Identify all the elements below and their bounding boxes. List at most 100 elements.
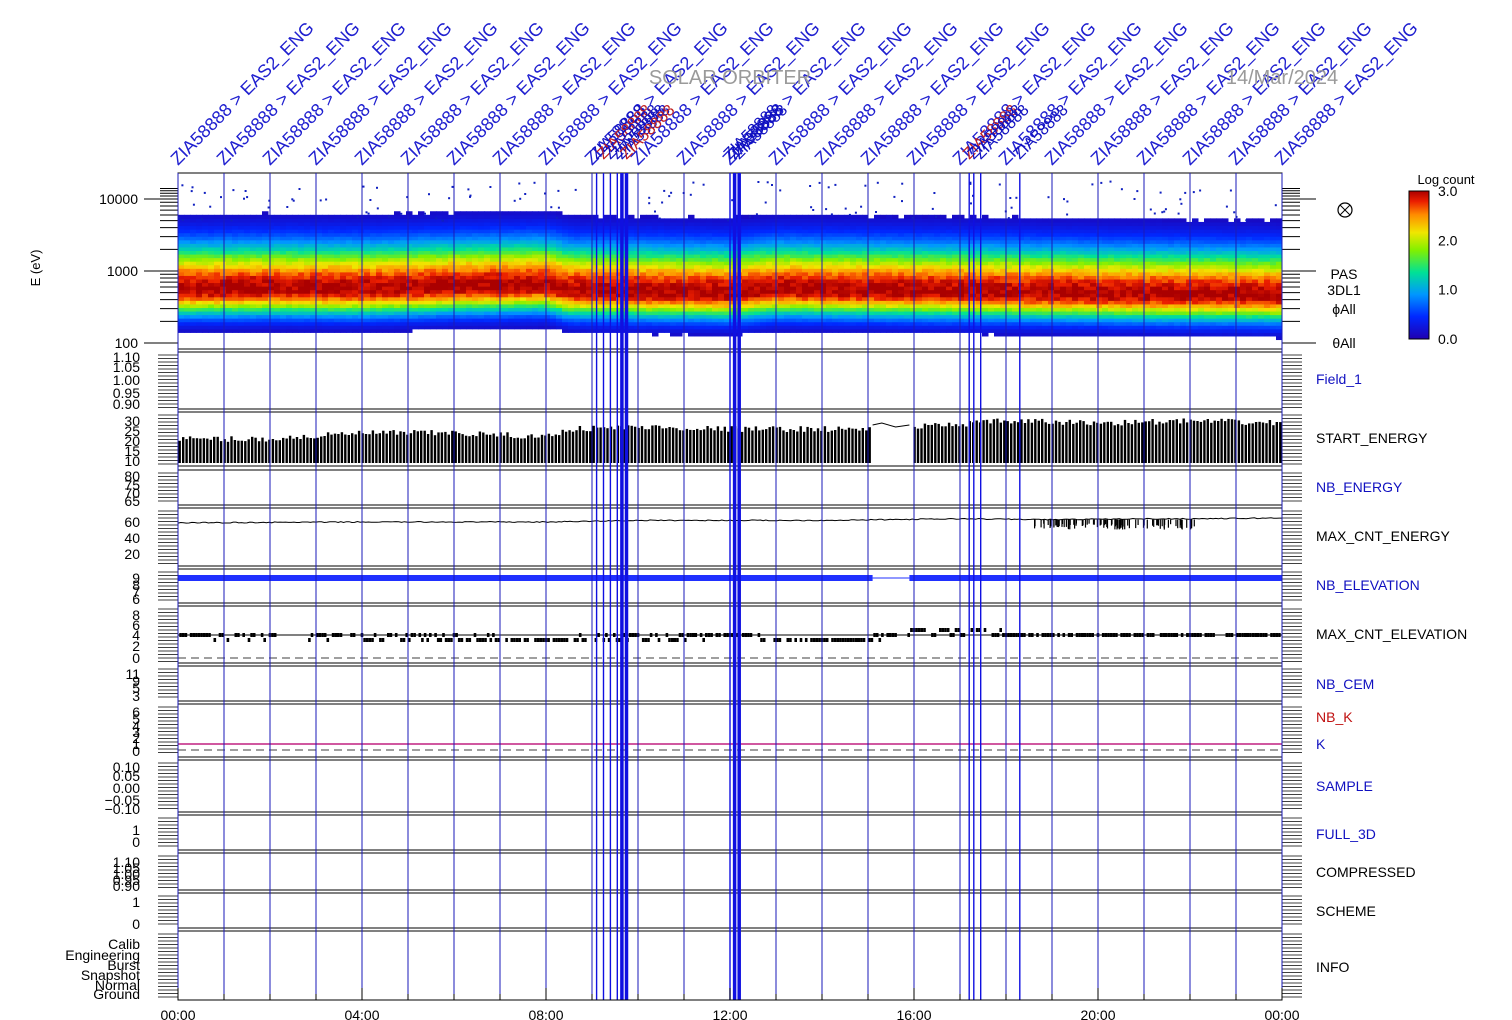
spectrogram-cell [256, 303, 263, 308]
spectrogram-cell [700, 321, 707, 326]
spectrogram-cell [946, 236, 953, 241]
spectrogram-cell [928, 271, 935, 276]
spectrogram-cell [256, 307, 263, 312]
spectrogram-cell [526, 278, 533, 284]
spectrogram-cell [742, 303, 749, 308]
spectrogram-cell [946, 296, 953, 301]
spectrogram-cell [658, 307, 665, 312]
spectrogram-cell [364, 229, 371, 234]
spectrogram-cell [898, 303, 905, 308]
spectrogram-cell [826, 300, 833, 305]
spectrogram-cell [208, 293, 215, 298]
spectrogram-cell [256, 229, 263, 234]
spectrogram-cell [748, 310, 755, 316]
spectrogram-cell [604, 264, 611, 269]
spectrogram-cell [1036, 239, 1043, 244]
spectrogram-cell [328, 300, 335, 305]
spectrogram-cell [202, 300, 209, 305]
spectrogram-cell [304, 243, 311, 248]
spectrogram-cell [580, 325, 587, 330]
spectrogram-cell [472, 246, 479, 252]
spectrogram-cell [712, 318, 719, 323]
spectrogram-cell [364, 289, 371, 294]
spectrogram-cell [382, 282, 389, 287]
spectrogram-cell [688, 214, 695, 219]
spectrogram-cell [460, 286, 467, 291]
spectrogram-cell [718, 264, 725, 269]
spectrogram-cell [1036, 286, 1043, 291]
spectrogram-cell [442, 282, 449, 287]
spectrogram-cell [850, 278, 857, 284]
spectrogram-cell [346, 296, 353, 301]
spectrogram-cell [892, 250, 899, 255]
spectrogram-cell [844, 250, 851, 255]
spectrogram-cell [844, 293, 851, 298]
spectrogram-cell [712, 328, 719, 333]
spectrogram-cell [820, 243, 827, 248]
spectrogram-cell [988, 293, 995, 298]
spectrogram-cell [904, 239, 911, 244]
spectrogram-cell [538, 310, 545, 316]
spectrogram-cell [574, 318, 581, 323]
spectrogram-cell [1030, 236, 1037, 241]
spectrogram-cell [910, 293, 917, 298]
spectrogram-cell [910, 268, 917, 273]
spectrogram-cell [220, 300, 227, 305]
spectrogram-cell [982, 303, 989, 308]
spectrogram-cell [418, 310, 425, 316]
spectrogram-cell [238, 218, 245, 223]
spectrogram-cell [298, 246, 305, 252]
spectrogram-cell [484, 264, 491, 269]
spectrogram-cell [676, 282, 683, 287]
spectrogram-cell [676, 257, 683, 262]
spectrogram-cell [604, 286, 611, 291]
spectrogram-cell [874, 289, 881, 294]
spectrogram-cell [406, 253, 413, 259]
spectrogram-cell [802, 246, 809, 252]
spectrogram-cell [676, 246, 683, 252]
spectrogram-cell [1036, 303, 1043, 308]
spectrogram-cell [868, 264, 875, 269]
spectrogram-cell [688, 268, 695, 273]
spectrogram-cell [628, 250, 635, 255]
spectrogram-cell [244, 328, 251, 333]
spectrogram-cell [802, 250, 809, 255]
spectrogram-cell [682, 328, 689, 333]
spectrogram-cell [814, 293, 821, 298]
spectrogram-cell [898, 314, 905, 319]
spectrogram-cell [1060, 257, 1067, 262]
spectrogram-cell [508, 232, 515, 237]
spectrogram-cell [280, 296, 287, 301]
spectrogram-cell [334, 271, 341, 276]
spectrogram-cell [520, 253, 527, 259]
spectrogram-cell [412, 310, 419, 316]
spectrogram-cell [544, 264, 551, 269]
spectrogram-cell [928, 286, 935, 291]
spectrogram-cell [280, 225, 287, 230]
spectrogram-cell [538, 275, 545, 280]
spectrogram-cell [292, 239, 299, 244]
spectrogram-cell [592, 328, 599, 333]
spectrogram-cell [190, 221, 197, 227]
spectrogram-cell [580, 278, 587, 284]
spectrogram-cell [406, 218, 413, 223]
spectrogram-cell [496, 218, 503, 223]
spectrogram-cell [646, 318, 653, 323]
spectrogram-cell [646, 225, 653, 230]
spectrogram-cell [376, 243, 383, 248]
spectrogram-cell [316, 278, 323, 284]
spectrogram-cell [388, 293, 395, 298]
spectrogram-cell [850, 225, 857, 230]
spectrogram-cell [556, 236, 563, 241]
spectrogram-cell [340, 253, 347, 259]
spectrogram-cell [844, 253, 851, 259]
spectrogram-cell [406, 229, 413, 234]
spectrogram-cell [184, 261, 191, 266]
spectrogram-cell [244, 289, 251, 294]
spectrogram-cell [484, 289, 491, 294]
spectrogram-cell [832, 246, 839, 252]
spectrogram-cell [208, 253, 215, 259]
spectrogram-cell [220, 307, 227, 312]
spectrogram-cell [238, 271, 245, 276]
spectrogram-cell [268, 253, 275, 259]
